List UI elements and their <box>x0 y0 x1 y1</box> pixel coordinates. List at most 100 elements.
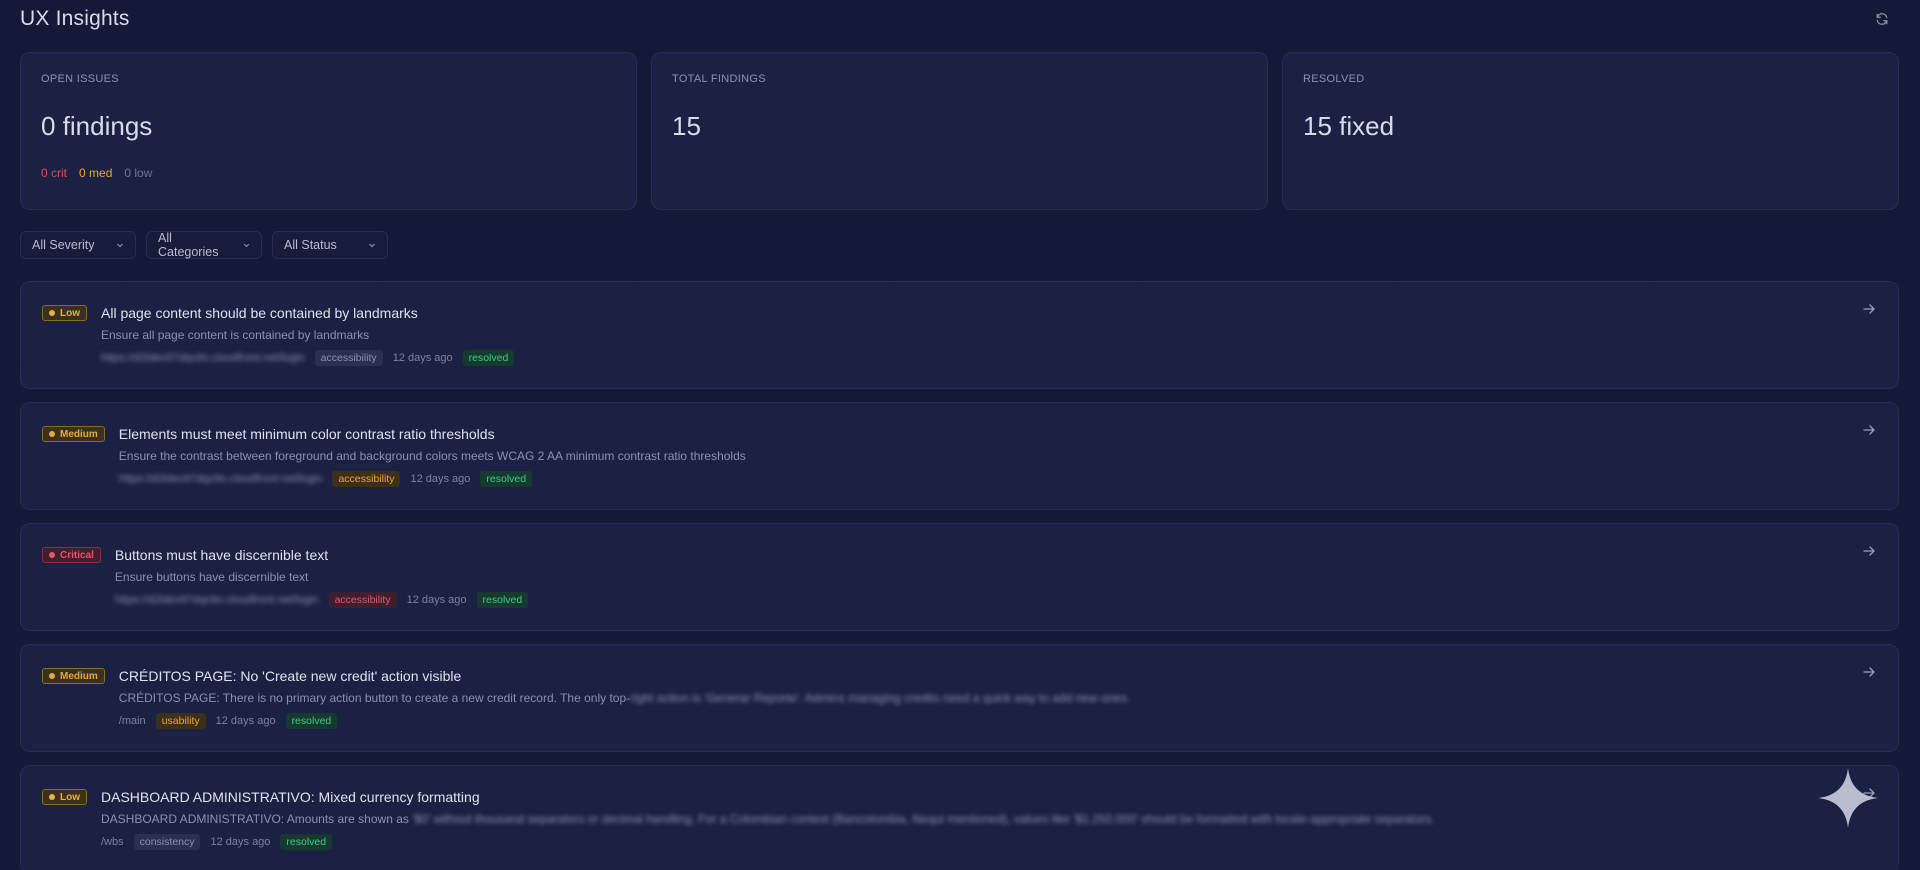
arrow-right-icon <box>1863 667 1875 677</box>
finding-content: Medium Elements must meet minimum color … <box>42 425 1838 487</box>
finding-card[interactable]: Low All page content should be contained… <box>20 281 1899 389</box>
ux-insights-app: UX Insights OPEN ISSUES 0 findings 0 cri… <box>0 0 1920 870</box>
description-blurred-text: '$0' without thousand separators or deci… <box>412 812 1435 826</box>
status-badge: resolved <box>480 471 533 487</box>
category-tag: accessibility <box>328 592 397 608</box>
finding-card[interactable]: Low DASHBOARD ADMINISTRATIVO: Mixed curr… <box>20 765 1899 870</box>
resolved-card: RESOLVED 15 fixed <box>1282 52 1899 210</box>
header: UX Insights <box>20 0 1900 38</box>
finding-body: All page content should be contained by … <box>101 304 515 366</box>
stat-value: 15 <box>672 111 701 141</box>
category-tag: accessibility <box>314 350 383 366</box>
total-findings-card: TOTAL FINDINGS 15 <box>651 52 1268 210</box>
finding-body: Buttons must have discernible text Ensur… <box>114 546 529 608</box>
status-filter[interactable]: All Status <box>272 231 388 259</box>
critical-count: 0 crit <box>41 166 68 180</box>
severity-dot-icon <box>49 552 55 558</box>
finding-content: Low DASHBOARD ADMINISTRATIVO: Mixed curr… <box>42 788 1838 850</box>
finding-url: https://d2ldev97dqx9o.cloudfront.net/log… <box>114 594 319 606</box>
severity-label: Medium <box>60 670 98 682</box>
severity-filter-label: All Severity <box>32 238 95 252</box>
finding-title: All page content should be contained by … <box>101 305 418 321</box>
open-issues-card: OPEN ISSUES 0 findings 0 crit 0 med 0 lo… <box>20 52 637 210</box>
finding-content: Critical Buttons must have discernible t… <box>42 546 1838 608</box>
category-filter-label: All Categories <box>158 231 219 259</box>
finding-time: 12 days ago <box>392 352 453 364</box>
severity-label: Low <box>60 791 80 803</box>
finding-meta: https://d2ldev97dqx9o.cloudfront.net/log… <box>119 471 746 487</box>
finding-title: Buttons must have discernible text <box>114 547 329 563</box>
chevron-down-icon <box>369 243 375 248</box>
sparkle-icon <box>1818 768 1878 828</box>
finding-time: 12 days ago <box>406 594 467 606</box>
chevron-down-icon <box>243 243 250 248</box>
finding-meta: /main usability 12 days ago resolved <box>119 713 1131 729</box>
category-tag: consistency <box>133 834 201 850</box>
severity-filter[interactable]: All Severity <box>20 231 136 259</box>
description-blurred-text: right action is 'Generar Reporte'. Admin… <box>630 691 1131 705</box>
finding-body: Elements must meet minimum color contras… <box>119 425 746 487</box>
page-title: UX Insights <box>20 7 130 30</box>
finding-description: CRÉDITOS PAGE: There is no primary actio… <box>119 691 1131 705</box>
stat-label: RESOLVED <box>1303 73 1365 85</box>
finding-title: Elements must meet minimum color contras… <box>118 426 495 442</box>
open-finding-button[interactable] <box>1862 302 1878 318</box>
stat-value: 0 findings <box>41 111 153 141</box>
severity-dot-icon <box>49 431 55 437</box>
category-tag: usability <box>155 713 206 729</box>
severity-badge: Medium <box>42 426 105 442</box>
filter-bar: All Severity All Categories All Status <box>20 231 388 259</box>
finding-description: DASHBOARD ADMINISTRATIVO: Amounts are sh… <box>101 812 1435 826</box>
finding-meta: https://d2ldev97dqx9o.cloudfront.net/log… <box>114 592 529 608</box>
finding-card[interactable]: Medium CRÉDITOS PAGE: No 'Create new cre… <box>20 644 1899 752</box>
finding-url: https://d2ldev97dqx9o.cloudfront.net/log… <box>101 352 305 364</box>
assistant-sparkle-button[interactable] <box>1816 766 1880 830</box>
severity-label: Low <box>60 307 80 319</box>
stat-label: TOTAL FINDINGS <box>672 73 766 85</box>
finding-time: 12 days ago <box>210 836 271 848</box>
finding-card[interactable]: Medium Elements must meet minimum color … <box>20 402 1899 510</box>
finding-description: Ensure buttons have discernible text <box>114 570 309 584</box>
finding-meta: /wbs consistency 12 days ago resolved <box>101 834 1435 850</box>
open-finding-button[interactable] <box>1862 423 1878 439</box>
finding-title: DASHBOARD ADMINISTRATIVO: Mixed currency… <box>101 789 480 805</box>
arrow-right-icon <box>1863 425 1875 435</box>
status-badge: resolved <box>476 592 529 608</box>
finding-content: Medium CRÉDITOS PAGE: No 'Create new cre… <box>42 667 1838 729</box>
finding-card[interactable]: Critical Buttons must have discernible t… <box>20 523 1899 631</box>
finding-url: https://d2ldev97dqx9o.cloudfront.net/log… <box>118 473 323 485</box>
finding-path: /main <box>118 715 146 727</box>
finding-title: CRÉDITOS PAGE: No 'Create new credit' ac… <box>118 668 462 684</box>
refresh-icon <box>1876 13 1888 25</box>
refresh-button[interactable] <box>1870 7 1894 31</box>
category-filter[interactable]: All Categories <box>146 231 262 259</box>
finding-meta: https://d2ldev97dqx9o.cloudfront.net/log… <box>101 350 515 366</box>
finding-description: Ensure the contrast between foreground a… <box>118 449 746 463</box>
finding-time: 12 days ago <box>410 473 471 485</box>
stat-value: 15 fixed <box>1303 111 1395 141</box>
severity-badge: Low <box>42 305 87 321</box>
medium-count: 0 med <box>79 166 113 180</box>
stat-label: OPEN ISSUES <box>41 73 119 85</box>
severity-breakdown: 0 crit 0 med 0 low <box>41 166 616 180</box>
open-finding-button[interactable] <box>1862 544 1878 560</box>
arrow-right-icon <box>1863 546 1875 556</box>
severity-dot-icon <box>49 794 55 800</box>
description-text: DASHBOARD ADMINISTRATIVO: Amounts are sh… <box>101 812 413 826</box>
findings-list: Low All page content should be contained… <box>20 281 1899 870</box>
finding-content: Low All page content should be contained… <box>42 304 1838 366</box>
low-count: 0 low <box>124 166 153 180</box>
severity-dot-icon <box>49 310 55 316</box>
chevron-down-icon <box>117 243 123 248</box>
open-finding-button[interactable] <box>1862 665 1878 681</box>
severity-badge: Low <box>42 789 87 805</box>
status-badge: resolved <box>280 834 333 850</box>
finding-body: DASHBOARD ADMINISTRATIVO: Mixed currency… <box>101 788 1435 850</box>
severity-label: Medium <box>60 428 98 440</box>
finding-path: /wbs <box>101 836 124 848</box>
description-text: CRÉDITOS PAGE: There is no primary actio… <box>118 691 631 705</box>
severity-dot-icon <box>49 673 55 679</box>
status-badge: resolved <box>285 713 338 729</box>
status-badge: resolved <box>462 350 515 366</box>
status-filter-label: All Status <box>284 238 337 252</box>
